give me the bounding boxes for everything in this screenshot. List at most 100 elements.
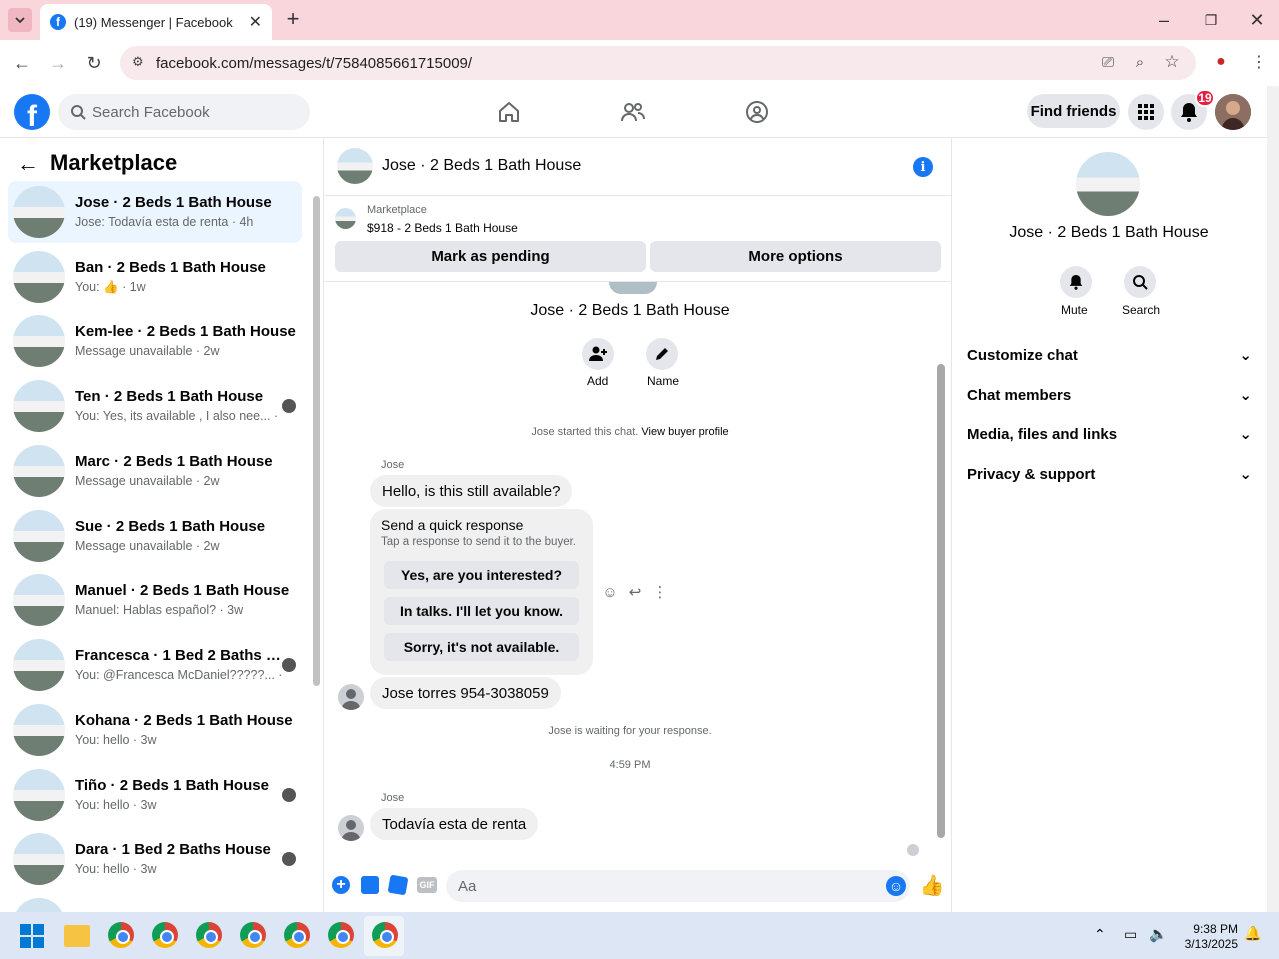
find-friends-button[interactable]: Find friends	[1027, 94, 1120, 128]
conversation-preview: You: @Francesca McDaniel?????... · 3w	[75, 668, 282, 682]
reply-icon[interactable]: ↩	[626, 583, 644, 601]
minimize-icon[interactable]: –	[1152, 8, 1176, 32]
customize-chat-row[interactable]: Customize chat ⌄	[967, 335, 1252, 375]
show-hidden-icons-icon[interactable]: ⌃	[1094, 926, 1106, 943]
conversation-name: Francesca · 1 Bed 2 Baths Hou...	[75, 647, 282, 664]
chrome-icon[interactable]	[284, 922, 310, 948]
mark-as-pending-button[interactable]: Mark as pending	[335, 241, 646, 272]
message-more-icon[interactable]: ⋮	[651, 583, 669, 601]
search-in-chat-icon[interactable]	[1124, 266, 1156, 298]
react-smiley-icon[interactable]: ☺	[601, 583, 619, 601]
bookmark-star-icon[interactable]: ☆	[1161, 51, 1183, 73]
message-bubble[interactable]: Hello, is this still available?	[370, 475, 573, 507]
search-facebook-input[interactable]: Search Facebook	[58, 94, 310, 130]
conversation-name: Kohana · 2 Beds 1 Bath House	[75, 712, 293, 729]
file-explorer-icon[interactable]	[64, 925, 90, 947]
conversation-row[interactable]: Marc · 2 Beds 1 Bath House Message unavai…	[8, 440, 302, 502]
close-tab-icon[interactable]: ✕	[249, 12, 262, 32]
site-info-icon[interactable]: ⚙	[132, 54, 144, 70]
conversation-row[interactable]: Francesca · 1 Bed 2 Baths Hou... You: @Fr…	[8, 634, 302, 696]
url-bar[interactable]: ⚙ facebook.com/messages/t/75840856617150…	[120, 46, 1196, 80]
menu-grid-icon[interactable]	[1128, 94, 1164, 130]
url-text: facebook.com/messages/t/7584085661715009…	[156, 54, 473, 72]
listing-title[interactable]: $918 - 2 Beds 1 Bath House	[367, 221, 518, 235]
account-avatar[interactable]	[1215, 94, 1251, 130]
close-window-icon[interactable]: ✕	[1245, 8, 1269, 32]
sticker-icon[interactable]	[387, 874, 409, 896]
conversation-text: Kohana · 2 Beds 1 Bath House You: hello ·…	[75, 711, 302, 749]
system-clock[interactable]: 9:38 PM 3/13/2025	[1180, 922, 1238, 952]
listing-thumbnail	[13, 510, 65, 562]
groups-icon[interactable]	[743, 98, 771, 126]
chrome-icon[interactable]	[240, 922, 266, 948]
conversation-row[interactable]: Gustavo · 2 Beds 1 Bath House	[8, 893, 302, 912]
facebook-logo-icon[interactable]: f	[14, 94, 50, 130]
conversation-row[interactable]: Tiño · 2 Beds 1 Bath House You: hello · 3…	[8, 764, 302, 826]
chat-thumbnail[interactable]	[337, 148, 373, 184]
chrome-icon[interactable]	[152, 922, 178, 948]
add-person-icon[interactable]	[582, 338, 614, 370]
quick-reply-yes-button[interactable]: Yes, are you interested?	[384, 561, 579, 589]
browser-menu-icon[interactable]: ⋮	[1248, 51, 1270, 73]
chat-title[interactable]: Jose · 2 Beds 1 Bath House	[382, 157, 581, 175]
install-app-icon[interactable]: ⎚	[1097, 51, 1119, 73]
message-input[interactable]: Aa	[446, 870, 910, 902]
chrome-icon[interactable]	[108, 922, 134, 948]
restore-icon[interactable]: ❐	[1199, 8, 1223, 32]
forward-icon[interactable]: →	[46, 51, 70, 75]
conversation-row[interactable]: Sue · 2 Beds 1 Bath House Message unavail…	[8, 505, 302, 567]
conversation-row[interactable]: Ten · 2 Beds 1 Bath House You: Yes, its a…	[8, 375, 302, 437]
clock-time: 9:38 PM	[1193, 922, 1238, 936]
info-icon[interactable]: i	[913, 157, 933, 177]
back-arrow-icon[interactable]: ←	[16, 151, 40, 176]
chat-scrollbar[interactable]	[937, 364, 945, 838]
browser-tab[interactable]: f (19) Messenger | Facebook ✕	[40, 4, 272, 40]
media-files-links-row[interactable]: Media, files and links ⌄	[967, 414, 1252, 454]
edit-name-pencil-icon[interactable]	[646, 338, 678, 370]
conversation-row[interactable]: Manuel · 2 Beds 1 Bath House Manuel: Habl…	[8, 569, 302, 631]
windows-start-icon[interactable]	[20, 924, 44, 948]
emoji-icon[interactable]: ☺	[886, 876, 906, 896]
listing-thumbnail[interactable]	[335, 208, 356, 229]
chat-photo[interactable]	[1076, 152, 1140, 216]
page-scrollbar[interactable]	[1267, 86, 1279, 912]
chrome-icon[interactable]	[328, 922, 354, 948]
quick-reply-in-talks-button[interactable]: In talks. I'll let you know.	[384, 597, 579, 625]
conversation-preview: You: Yes, its available , I also nee... …	[75, 409, 282, 423]
gif-icon[interactable]: GIF	[417, 877, 437, 893]
sender-avatar[interactable]	[338, 684, 364, 710]
conversation-row[interactable]: Jose · 2 Beds 1 Bath House Jose: Todavía …	[8, 181, 302, 243]
zoom-icon[interactable]: ⌕	[1129, 51, 1151, 73]
privacy-support-row[interactable]: Privacy & support ⌄	[967, 454, 1252, 494]
thumbs-up-icon[interactable]: 👍	[920, 874, 945, 897]
listing-thumbnail	[13, 639, 65, 691]
conversation-name: Ban · 2 Beds 1 Bath House	[75, 259, 266, 276]
sender-avatar[interactable]	[338, 815, 364, 841]
reload-icon[interactable]: ↻	[82, 51, 106, 75]
chrome-icon[interactable]	[196, 922, 222, 948]
new-tab-icon[interactable]: +	[282, 6, 304, 31]
friends-icon[interactable]	[619, 98, 647, 126]
conversation-row[interactable]: Ban · 2 Beds 1 Bath House You: 👍 · 1w	[8, 246, 302, 308]
more-options-button[interactable]: More options	[650, 241, 941, 272]
profile-icon[interactable]: ●	[1210, 51, 1232, 73]
message-bubble[interactable]: Jose torres 954-3038059	[370, 677, 561, 709]
volume-icon[interactable]: 🔈	[1149, 925, 1168, 943]
conversation-row[interactable]: Dara · 1 Bed 2 Baths House You: hello · 3…	[8, 828, 302, 890]
tab-search-chevron-icon[interactable]	[8, 8, 32, 32]
home-icon[interactable]	[495, 98, 523, 126]
photo-icon[interactable]	[361, 876, 379, 894]
more-actions-plus-icon[interactable]: +	[332, 876, 350, 894]
conversation-row[interactable]: Kem-lee · 2 Beds 1 Bath House Message una…	[8, 310, 302, 372]
notification-center-icon[interactable]: 🔔	[1244, 925, 1261, 942]
view-buyer-profile-link[interactable]: View buyer profile	[641, 426, 728, 438]
back-icon[interactable]: ←	[10, 51, 34, 75]
mute-bell-icon[interactable]	[1060, 266, 1092, 298]
left-scrollbar[interactable]	[313, 196, 320, 686]
chrome-icon[interactable]	[372, 922, 398, 948]
conversation-row[interactable]: Kohana · 2 Beds 1 Bath House You: hello ·…	[8, 699, 302, 761]
message-bubble[interactable]: Todavía esta de renta	[370, 808, 539, 840]
network-icon[interactable]: ▭	[1124, 926, 1137, 943]
quick-reply-not-available-button[interactable]: Sorry, it's not available.	[384, 633, 579, 661]
chat-members-row[interactable]: Chat members ⌄	[967, 375, 1252, 415]
